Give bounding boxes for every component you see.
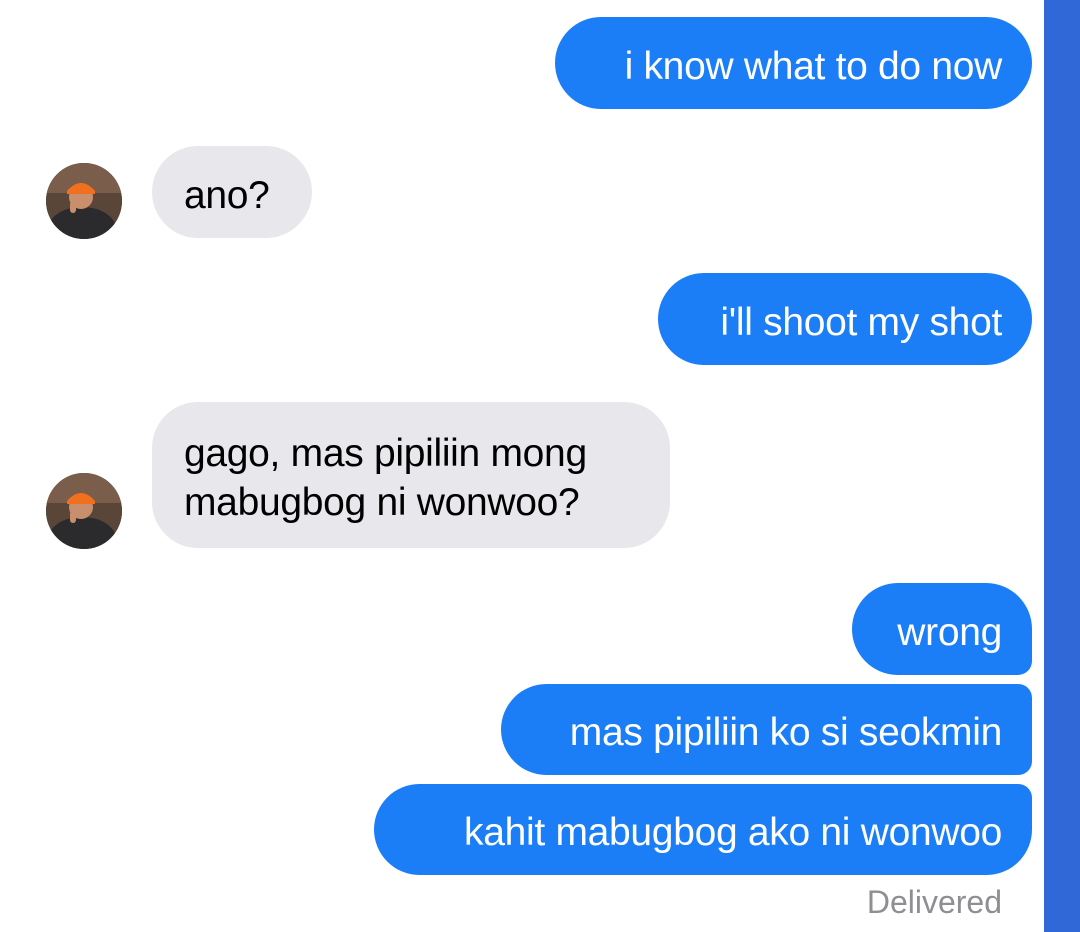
contact-avatar-icon: [46, 163, 122, 239]
message-text: i'll shoot my shot: [720, 301, 1002, 344]
message-text: i know what to do now: [624, 45, 1003, 88]
incoming-message-bubble[interactable]: ano?: [152, 146, 312, 238]
contact-avatar-icon: [46, 473, 122, 549]
outgoing-message-bubble[interactable]: wrong: [852, 583, 1032, 675]
message-text: ano?: [184, 174, 270, 217]
chat-screen: i know what to do now ano? i'll shoot my…: [0, 0, 1080, 932]
outgoing-message-bubble[interactable]: mas pipiliin ko si seokmin: [501, 684, 1032, 775]
scroll-strip[interactable]: [1044, 0, 1080, 932]
message-text: mas pipiliin ko si seokmin: [569, 711, 1003, 754]
outgoing-message-bubble[interactable]: i'll shoot my shot: [658, 273, 1032, 365]
contact-avatar[interactable]: [46, 163, 122, 239]
message-text: wrong: [897, 611, 1002, 654]
message-text-line-1: gago, mas pipiliin mong: [184, 432, 587, 475]
incoming-message-bubble[interactable]: gago, mas pipiliin mong mabugbog ni wonw…: [152, 402, 670, 548]
message-text: kahit mabugbog ako ni wonwoo: [464, 811, 1002, 854]
contact-avatar[interactable]: [46, 473, 122, 549]
outgoing-message-bubble[interactable]: i know what to do now: [555, 17, 1032, 109]
outgoing-message-bubble[interactable]: kahit mabugbog ako ni wonwoo: [374, 784, 1032, 875]
delivery-status: Delivered: [866, 884, 1002, 920]
message-text-line-2: mabugbog ni wonwoo?: [184, 481, 580, 524]
